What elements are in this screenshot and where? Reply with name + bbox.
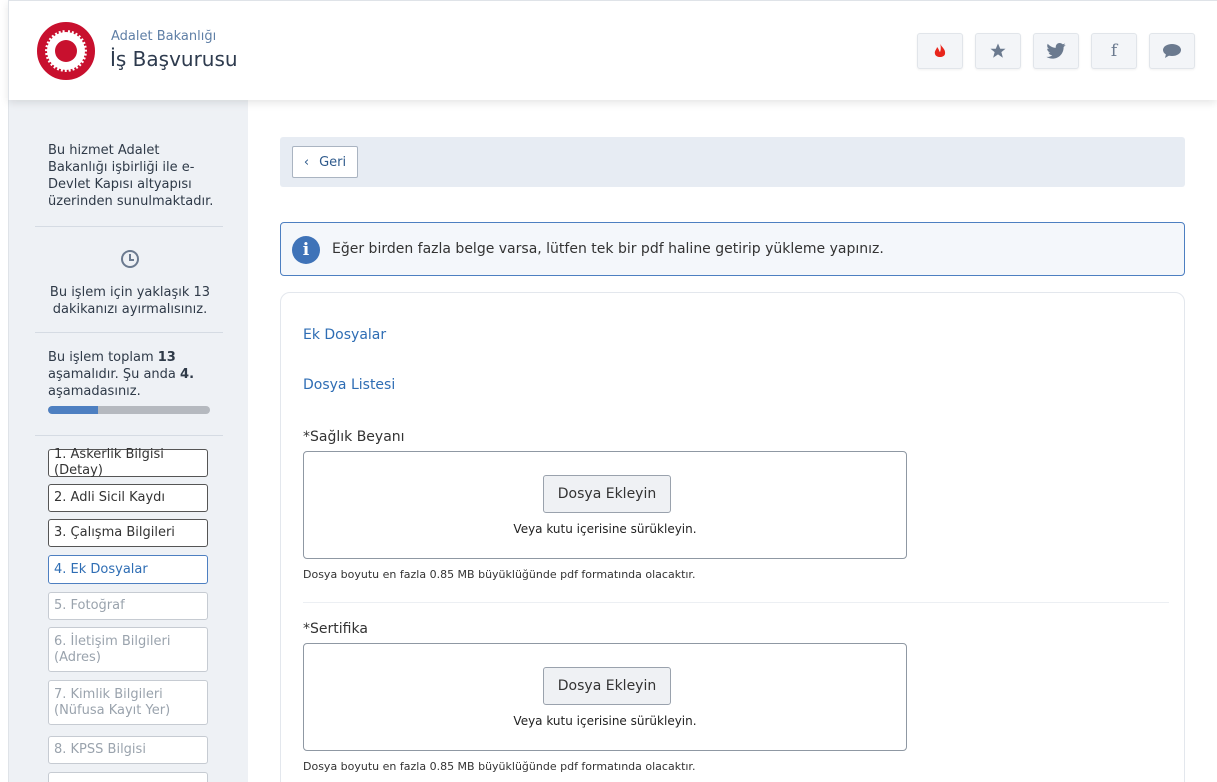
- back-bar: ‹ Geri: [280, 137, 1185, 187]
- step-4-ek-dosyalar[interactable]: 4. Ek Dosyalar: [48, 555, 208, 584]
- field-divider: [303, 602, 1169, 603]
- saglik-beyani-label: *Sağlık Beyanı: [303, 429, 405, 445]
- saglik-beyani-dropzone[interactable]: Dosya Ekleyin Veya kutu içerisine sürükl…: [303, 451, 907, 559]
- step-3-calisma-bilgileri[interactable]: 3. Çalışma Bilgileri: [48, 519, 208, 547]
- org-name: Adalet Bakanlığı: [111, 29, 217, 44]
- star-icon[interactable]: [975, 33, 1021, 69]
- step-9: [48, 772, 208, 782]
- step-7-kimlik-bilgileri: 7. Kimlik Bilgileri (Nüfusa Kayıt Yer): [48, 680, 208, 725]
- sidebar-divider: [35, 226, 223, 227]
- ministry-logo[interactable]: [37, 22, 95, 80]
- info-alert: i Eğer birden fazla belge varsa, lütfen …: [280, 222, 1185, 276]
- progress-bar-fill: [48, 406, 99, 414]
- file-size-note: Dosya boyutu en fazla 0.85 MB büyüklüğün…: [303, 568, 696, 581]
- drop-hint: Veya kutu içerisine sürükleyin.: [513, 714, 697, 728]
- page-header: Adalet Bakanlığı İş Başvurusu f: [8, 0, 1217, 100]
- sidebar-divider: [35, 332, 223, 333]
- sertifika-add-file-button[interactable]: Dosya Ekleyin: [543, 667, 671, 705]
- service-name: İş Başvurusu: [110, 47, 238, 71]
- twitter-icon[interactable]: [1033, 33, 1079, 69]
- attachments-card: Ek Dosyalar Dosya Listesi *Sağlık Beyanı…: [280, 292, 1185, 782]
- file-list-title: Dosya Listesi: [303, 377, 396, 393]
- facebook-icon[interactable]: f: [1091, 33, 1137, 69]
- step-8-kpss-bilgisi: 8. KPSS Bilgisi: [48, 736, 208, 764]
- progress-bar: [48, 406, 210, 414]
- file-size-note: Dosya boyutu en fazla 0.85 MB büyüklüğün…: [303, 760, 696, 773]
- info-alert-text: Eğer birden fazla belge varsa, lütfen te…: [332, 241, 884, 257]
- sidebar: Bu hizmet Adalet Bakanlığı işbirliği ile…: [8, 100, 248, 782]
- clock-icon: [121, 250, 139, 268]
- service-info-text: Bu hizmet Adalet Bakanlığı işbirliği ile…: [48, 143, 214, 209]
- saglik-beyani-add-file-button[interactable]: Dosya Ekleyin: [543, 475, 671, 513]
- info-icon: i: [292, 236, 320, 264]
- chevron-left-icon: ‹: [303, 154, 310, 170]
- sidebar-divider: [35, 435, 223, 436]
- section-title: Ek Dosyalar: [303, 327, 387, 343]
- sertifika-label: *Sertifika: [303, 621, 368, 637]
- fire-icon[interactable]: [917, 33, 963, 69]
- back-button[interactable]: ‹ Geri: [292, 146, 358, 178]
- step-5-fotograf: 5. Fotoğraf: [48, 592, 208, 620]
- back-button-label: Geri: [319, 154, 347, 170]
- sertifika-dropzone[interactable]: Dosya Ekleyin Veya kutu içerisine sürükl…: [303, 643, 907, 751]
- estimated-time-text: Bu işlem için yaklaşık 13 dakikanızı ayı…: [49, 285, 211, 317]
- step-1-askerlik-bilgisi[interactable]: 1. Askerlik Bilgisi (Detay): [48, 447, 208, 478]
- drop-hint: Veya kutu içerisine sürükleyin.: [513, 522, 697, 536]
- step-progress-text: Bu işlem toplam 13 aşamalıdır. Şu anda 4…: [48, 350, 195, 399]
- comment-icon[interactable]: [1149, 33, 1195, 69]
- step-6-iletisim-bilgileri: 6. İletişim Bilgileri (Adres): [48, 627, 208, 672]
- step-2-adli-sicil-kaydi[interactable]: 2. Adli Sicil Kaydı: [48, 484, 208, 512]
